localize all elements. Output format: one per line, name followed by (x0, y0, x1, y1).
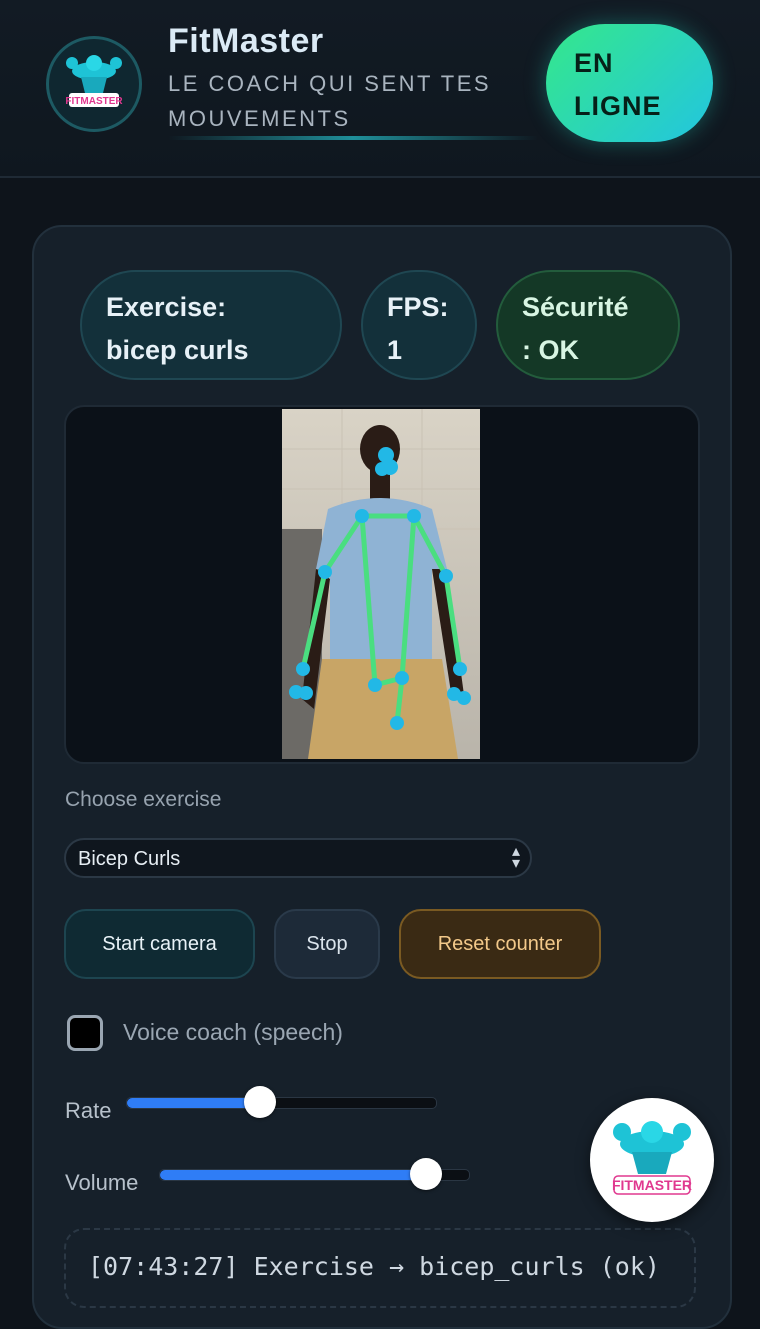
rate-label: Rate (65, 1098, 112, 1123)
fps-chip-label: FPS: (387, 292, 449, 322)
rate-slider[interactable] (126, 1086, 437, 1118)
log-line: [07:43:27] Exercise → bicep_curls (ok) (88, 1252, 660, 1281)
camera-frame (282, 409, 480, 759)
app-logo: FITMASTER (46, 36, 142, 132)
fitmaster-assistant-button[interactable]: FITMASTER (590, 1098, 714, 1222)
safety-chip: Sécurité : OK (496, 270, 680, 380)
event-log: [07:43:27] Exercise → bicep_curls (ok) (64, 1228, 696, 1308)
volume-label: Volume (65, 1170, 139, 1195)
voice-coach-checkbox[interactable] (67, 1015, 103, 1051)
online-status-badge: EN LIGNE (546, 24, 713, 142)
person-pants (308, 659, 458, 759)
fps-chip-value: 1 (387, 335, 403, 365)
bodybuilder-logo-icon: FITMASTER (612, 1121, 692, 1195)
rate-slider-thumb[interactable] (243, 1086, 276, 1118)
stop-button[interactable]: Stop (274, 909, 380, 979)
logo-text: FITMASTER (65, 96, 123, 107)
reset-counter-button[interactable]: Reset counter (399, 909, 601, 979)
fps-chip: FPS: 1 (361, 270, 477, 380)
volume-slider-thumb[interactable] (409, 1158, 442, 1190)
exercise-select[interactable]: Bicep Curls ▴ ▾ (64, 838, 532, 878)
person-shirt (316, 498, 447, 669)
volume-slider-fill (160, 1170, 426, 1180)
fab-logo-text: FITMASTER (612, 1177, 692, 1193)
choose-exercise-label: Choose exercise (65, 788, 222, 811)
app-header: FITMASTER FitMaster LE COACH QUI SENT TE… (0, 0, 760, 178)
start-camera-button[interactable]: Start camera (64, 909, 255, 979)
subtitle-underline (168, 136, 538, 140)
exercise-chip-label: Exercise: (106, 292, 227, 322)
status-line-2: LIGNE (574, 91, 662, 121)
exercise-chip-value: bicep curls (106, 335, 249, 365)
safety-chip-label: Sécurité (522, 292, 629, 322)
status-line-1: EN (574, 48, 614, 78)
app-title: FitMaster (168, 22, 324, 60)
rate-slider-fill (127, 1098, 260, 1108)
exercise-chip: Exercise: bicep curls (80, 270, 342, 380)
safety-chip-value: : OK (522, 335, 579, 365)
app-subtitle: LE COACH QUI SENT TES MOUVEMENTS (168, 71, 492, 131)
bodybuilder-logo-icon: FITMASTER (65, 55, 123, 107)
volume-slider[interactable] (159, 1158, 470, 1190)
chevron-updown-icon: ▴ ▾ (511, 843, 520, 872)
voice-coach-label: Voice coach (speech) (123, 1019, 343, 1045)
exercise-select-value: Bicep Curls (78, 848, 181, 870)
camera-view (64, 405, 700, 764)
